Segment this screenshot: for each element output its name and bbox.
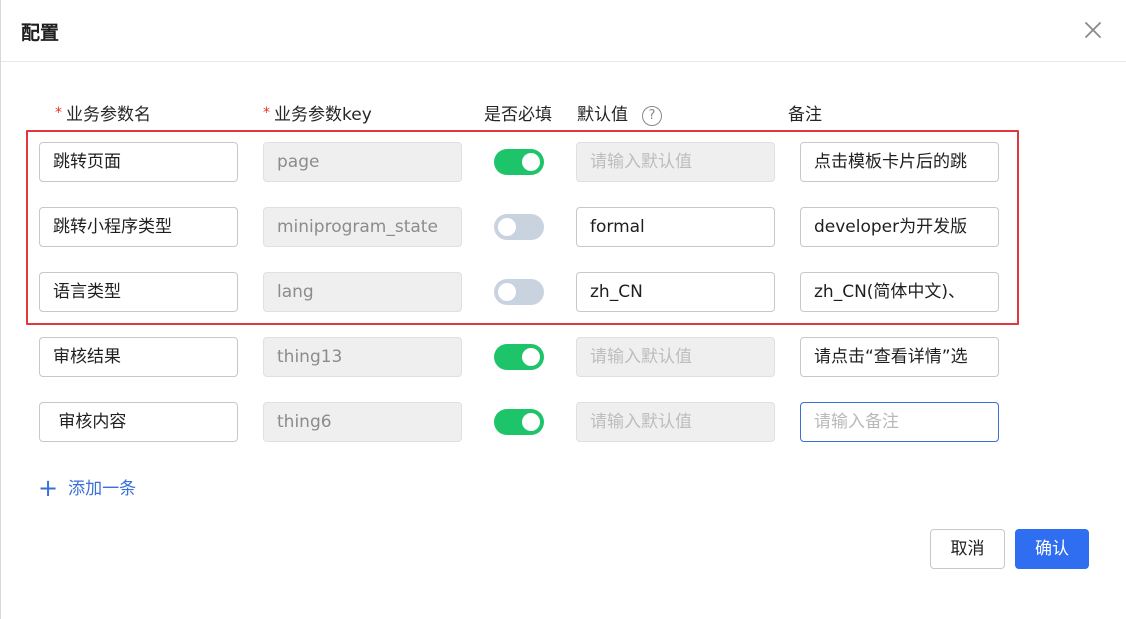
- required-toggle[interactable]: [494, 214, 544, 240]
- required-marker: *: [263, 105, 270, 121]
- required-toggle[interactable]: [494, 409, 544, 435]
- param-name-input[interactable]: 跳转页面: [39, 142, 238, 182]
- column-header-name-label: 业务参数名: [66, 105, 151, 125]
- toggle-knob: [522, 348, 540, 366]
- add-row-button[interactable]: + 添加一条: [38, 474, 136, 502]
- default-value-input[interactable]: 请输入默认值: [576, 402, 775, 442]
- param-key-input: page: [263, 142, 462, 182]
- required-toggle[interactable]: [494, 344, 544, 370]
- cancel-button[interactable]: 取消: [930, 529, 1005, 569]
- column-header-default: 默认值?: [577, 100, 662, 126]
- required-marker: *: [55, 105, 62, 121]
- toggle-knob: [522, 153, 540, 171]
- param-key-input: thing13: [263, 337, 462, 377]
- required-toggle[interactable]: [494, 279, 544, 305]
- remark-input[interactable]: 请输入备注: [800, 402, 999, 442]
- default-value-input[interactable]: zh_CN: [576, 272, 775, 312]
- param-name-input[interactable]: 审核内容: [39, 402, 238, 442]
- dialog-title: 配置: [21, 22, 60, 44]
- param-name-input[interactable]: 语言类型: [39, 272, 238, 312]
- toggle-knob: [522, 413, 540, 431]
- default-value-input[interactable]: 请输入默认值: [576, 142, 775, 182]
- param-name-input[interactable]: 审核结果: [39, 337, 238, 377]
- default-value-input[interactable]: 请输入默认值: [576, 337, 775, 377]
- param-key-input: thing6: [263, 402, 462, 442]
- plus-icon: +: [38, 474, 59, 502]
- default-value-input[interactable]: formal: [576, 207, 775, 247]
- config-dialog: 配置 * 业务参数名 * 业务参数key 是否必填 默认值? 备注 跳转页面 page…: [0, 0, 1126, 619]
- remark-input[interactable]: 点击模板卡片后的跳: [800, 142, 999, 182]
- column-header-key-label: 业务参数key: [274, 105, 372, 125]
- remark-input[interactable]: zh_CN(简体中文)、: [800, 272, 999, 312]
- column-header-required: 是否必填: [484, 105, 552, 125]
- column-header-key: * 业务参数key: [263, 100, 372, 125]
- toggle-knob: [498, 283, 516, 301]
- add-row-label: 添加一条: [68, 479, 137, 499]
- confirm-button[interactable]: 确认: [1015, 529, 1089, 569]
- column-header-remark: 备注: [788, 105, 822, 125]
- required-toggle[interactable]: [494, 149, 544, 175]
- toggle-knob: [498, 218, 516, 236]
- remark-input[interactable]: 请点击“查看详情”选: [800, 337, 999, 377]
- param-key-input: miniprogram_state: [263, 207, 462, 247]
- dialog-header: 配置: [1, 0, 1126, 62]
- question-circle-icon[interactable]: ?: [642, 106, 662, 126]
- column-header-default-label: 默认值: [577, 105, 628, 125]
- param-name-input[interactable]: 跳转小程序类型: [39, 207, 238, 247]
- remark-input[interactable]: developer为开发版: [800, 207, 999, 247]
- param-key-input: lang: [263, 272, 462, 312]
- close-icon[interactable]: [1081, 18, 1105, 42]
- column-header-name: * 业务参数名: [55, 100, 151, 125]
